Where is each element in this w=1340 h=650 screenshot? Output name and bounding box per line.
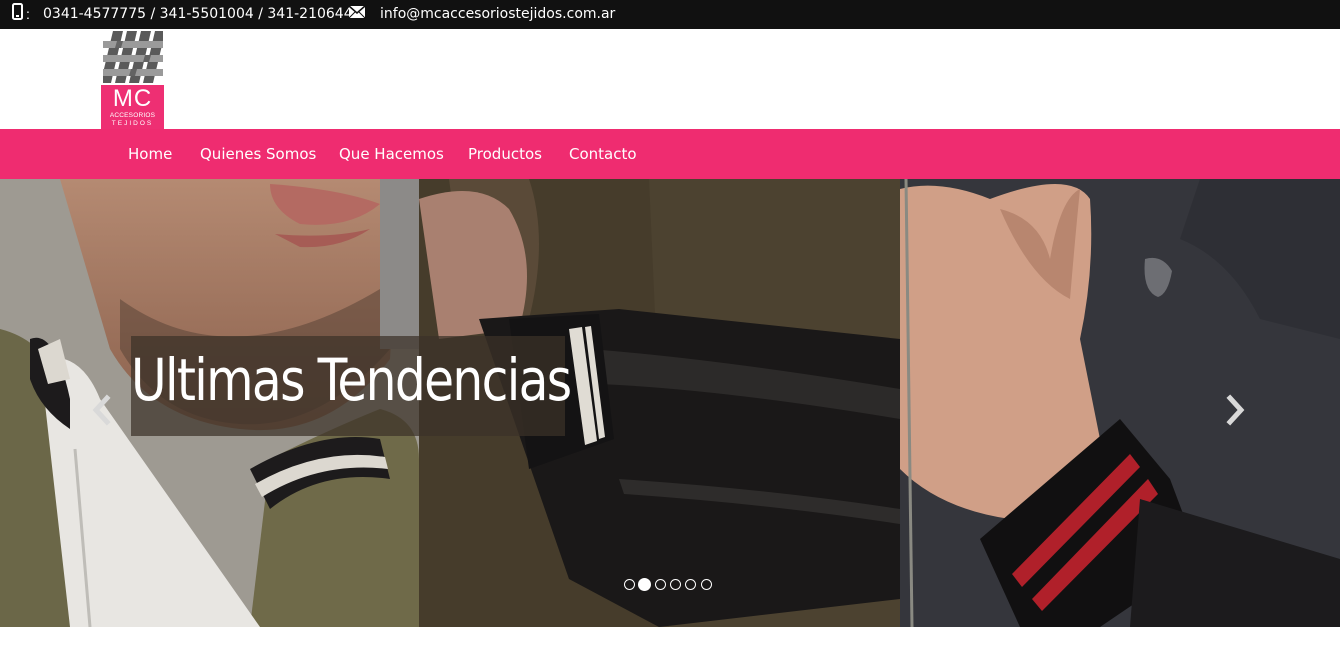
slide-dot[interactable] — [670, 579, 681, 590]
email-link[interactable]: info@mcaccesoriostejidos.com.ar — [380, 6, 615, 22]
nav-item-home[interactable]: Home — [128, 145, 172, 163]
logo-badge: MC ACCESORIOS TEJIDOS — [101, 85, 164, 129]
nav-item-que-hacemos[interactable]: Que Hacemos — [339, 145, 444, 163]
logo-line-tejidos: TEJIDOS — [111, 120, 154, 127]
main-nav: Home Quienes Somos Que Hacemos Productos… — [0, 129, 1340, 179]
nav-item-productos[interactable]: Productos — [468, 145, 542, 163]
nav-item-quienes-somos[interactable]: Quienes Somos — [200, 145, 316, 163]
slide-dot[interactable] — [624, 579, 635, 590]
nav-item-contacto[interactable]: Contacto — [569, 145, 637, 163]
envelope-icon — [348, 5, 366, 19]
slide-dot[interactable] — [685, 579, 696, 590]
slide-dot[interactable] — [655, 579, 666, 590]
phone-numbers: 0341-4577775 / 341-5501004 / 341-2106449 — [43, 6, 362, 22]
mobile-phone-icon — [12, 3, 23, 20]
chevron-left-icon[interactable] — [91, 392, 111, 428]
slide-dot[interactable] — [701, 579, 712, 590]
contact-bar: : 0341-4577775 / 341-5501004 / 341-21064… — [0, 0, 1340, 29]
slide-caption: Ultimas Tendencias — [131, 346, 572, 414]
logo-initials: MC — [112, 85, 153, 112]
jacket-photo-right — [900, 179, 1340, 627]
header: MC ACCESORIOS TEJIDOS — [0, 29, 1340, 129]
chevron-right-icon[interactable] — [1226, 392, 1246, 428]
slide-dot-active[interactable] — [638, 578, 651, 591]
slide-photo-panel-right — [900, 179, 1340, 627]
woven-pattern-logo-mark — [103, 31, 163, 83]
logo-line-accesorios: ACCESORIOS — [109, 112, 156, 119]
site-logo[interactable]: MC ACCESORIOS TEJIDOS — [101, 31, 164, 129]
hero-slider: Ultimas Tendencias — [0, 179, 1340, 627]
